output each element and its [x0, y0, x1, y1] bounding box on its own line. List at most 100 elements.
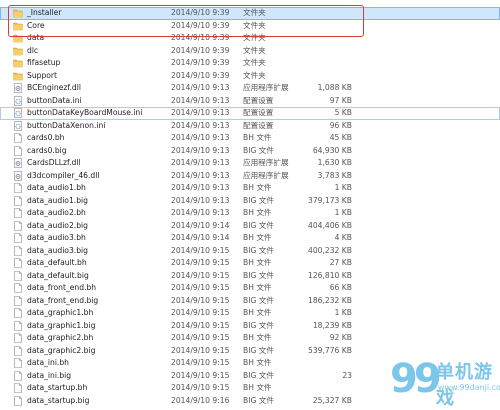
folder-row[interactable]: fifasetup 2014/9/10 9:39 文件夹	[0, 57, 500, 70]
file-size: 1 KB	[334, 183, 352, 192]
file-type: BIG 文件	[243, 395, 274, 405]
file-size: 404,406 KB	[307, 220, 352, 230]
file-name: data_front_end.big	[27, 295, 99, 305]
file-type: 文件夹	[243, 45, 266, 55]
file-date: 2014/9/10 9:15	[171, 270, 230, 280]
file-type: BIG 文件	[243, 145, 274, 155]
ini-icon	[13, 95, 23, 106]
file-type: BH 文件	[243, 283, 272, 292]
file-row[interactable]: data_audio2.bh 2014/9/10 9:13 BH 文件 1 KB	[0, 207, 500, 220]
file-size: 400,232 KB	[307, 245, 352, 255]
file-name: dlc	[27, 45, 39, 55]
file-size: 126,810 KB	[307, 270, 352, 280]
file-date: 2014/9/10 9:15	[171, 258, 230, 267]
file-date: 2014/9/10 9:15	[171, 320, 230, 330]
file-row[interactable]: buttonDataXenon.ini 2014/9/10 9:13 配置设置 96 …	[0, 120, 500, 133]
file-date: 2014/9/10 9:13	[171, 183, 230, 192]
file-icon	[13, 133, 23, 143]
file-icon	[13, 258, 23, 268]
file-row[interactable]: data_audio3.bh 2014/9/10 9:14 BH 文件 4 KB	[0, 232, 500, 245]
dll-icon	[13, 158, 23, 168]
file-date: 2014/9/10 9:15	[171, 295, 230, 305]
file-size: 45 KB	[329, 133, 352, 142]
file-icon	[13, 358, 23, 368]
file-row[interactable]: data_audio2.big 2014/9/10 9:14 BIG 文件 404,4…	[0, 220, 500, 233]
file-date: 2014/9/10 9:15	[171, 245, 230, 255]
file-row[interactable]: BCEnginezf.dll 2014/9/10 9:13 应用程序扩展 1,088 …	[0, 82, 500, 95]
file-type: BH 文件	[243, 383, 272, 392]
file-date: 2014/9/10 9:15	[171, 333, 230, 342]
file-type: BH 文件	[243, 208, 272, 217]
file-size: 18,239 KB	[312, 320, 352, 330]
file-name: data_front_end.bh	[27, 283, 97, 292]
file-type: BH 文件	[243, 358, 272, 367]
file-name: data_ini.big	[27, 370, 72, 380]
file-size: 539,776 KB	[307, 345, 352, 355]
file-size: 1,088 KB	[317, 83, 352, 92]
file-row[interactable]: d3dcompiler_46.dll 2014/9/10 9:13 应用程序扩展 3,…	[0, 170, 500, 183]
file-row[interactable]: buttonData.ini 2014/9/10 9:13 配置设置 97 KB	[0, 95, 500, 108]
file-size: 3,783 KB	[317, 170, 352, 180]
file-row[interactable]: data_audio1.big 2014/9/10 9:13 BIG 文件 379,1…	[0, 195, 500, 208]
file-type: BH 文件	[243, 258, 272, 267]
file-icon	[13, 245, 23, 256]
file-type: BH 文件	[243, 133, 272, 142]
file-type: BH 文件	[243, 308, 272, 317]
file-name: d3dcompiler_46.dll	[27, 170, 100, 180]
file-type: BIG 文件	[243, 195, 274, 205]
file-icon	[13, 308, 23, 318]
file-row[interactable]: data_graphic2.bh 2014/9/10 9:15 BH 文件 92 KB	[0, 332, 500, 345]
file-row[interactable]: data_graphic1.big 2014/9/10 9:15 BIG 文件 18,…	[0, 320, 500, 333]
folder-row[interactable]: dlc 2014/9/10 9:39 文件夹	[0, 45, 500, 58]
file-name: data_graphic2.bh	[27, 333, 94, 342]
file-icon	[13, 283, 23, 293]
file-type: 应用程序扩展	[243, 83, 289, 92]
ini-icon	[13, 108, 23, 118]
folder-icon	[13, 71, 23, 81]
file-type: 文件夹	[243, 58, 266, 67]
file-type: 文件夹	[243, 70, 266, 80]
file-icon	[13, 220, 23, 231]
file-row[interactable]: data_front_end.bh 2014/9/10 9:15 BH 文件 66 K…	[0, 282, 500, 295]
file-name: fifasetup	[27, 58, 61, 67]
red-highlight-box	[8, 5, 364, 37]
file-row[interactable]: data_default.big 2014/9/10 9:15 BIG 文件 126,…	[0, 270, 500, 283]
file-row[interactable]: cards0.big 2014/9/10 9:13 BIG 文件 64,930 KB	[0, 145, 500, 158]
file-icon	[13, 145, 23, 156]
folder-row[interactable]: Support 2014/9/10 9:39 文件夹	[0, 70, 500, 83]
file-date: 2014/9/10 9:39	[171, 45, 230, 55]
file-date: 2014/9/10 9:13	[171, 208, 230, 217]
file-size: 25,327 KB	[312, 395, 352, 405]
file-size: 96 KB	[329, 120, 352, 130]
file-icon	[13, 295, 23, 306]
file-row[interactable]: data_audio1.bh 2014/9/10 9:13 BH 文件 1 KB	[0, 182, 500, 195]
file-date: 2014/9/10 9:39	[171, 58, 230, 67]
file-date: 2014/9/10 9:13	[171, 158, 230, 167]
file-type: BIG 文件	[243, 295, 274, 305]
file-row[interactable]: data_graphic1.bh 2014/9/10 9:15 BH 文件 1 KB	[0, 307, 500, 320]
file-name: data_audio2.bh	[27, 208, 86, 217]
file-name: data_graphic2.big	[27, 345, 96, 355]
file-date: 2014/9/10 9:13	[171, 133, 230, 142]
file-row[interactable]: cards0.bh 2014/9/10 9:13 BH 文件 45 KB	[0, 132, 500, 145]
file-type: BH 文件	[243, 333, 272, 342]
file-type: BIG 文件	[243, 370, 274, 380]
file-row[interactable]: data_default.bh 2014/9/10 9:15 BH 文件 27 KB	[0, 257, 500, 270]
file-row[interactable]: data_audio3.big 2014/9/10 9:15 BIG 文件 400,2…	[0, 245, 500, 258]
file-type: 配置设置	[243, 108, 274, 117]
file-type: BIG 文件	[243, 345, 274, 355]
file-size: 5 KB	[334, 108, 352, 117]
file-size: 97 KB	[329, 95, 352, 105]
file-name: buttonDataKeyBoardMouse.ini	[27, 108, 143, 117]
file-row[interactable]: data_front_end.big 2014/9/10 9:15 BIG 文件 18…	[0, 295, 500, 308]
file-name: cards0.bh	[27, 133, 65, 142]
file-row[interactable]: CardsDLLzf.dll 2014/9/10 9:13 应用程序扩展 1,630 …	[0, 157, 500, 170]
file-row[interactable]: buttonDataKeyBoardMouse.ini 2014/9/10 9:1…	[0, 107, 500, 120]
file-date: 2014/9/10 9:13	[171, 120, 230, 130]
file-name: buttonDataXenon.ini	[27, 120, 106, 130]
file-size: 92 KB	[329, 333, 352, 342]
file-date: 2014/9/10 9:15	[171, 383, 230, 392]
file-date: 2014/9/10 9:15	[171, 308, 230, 317]
file-icon	[13, 383, 23, 393]
file-name: Support	[27, 70, 58, 80]
